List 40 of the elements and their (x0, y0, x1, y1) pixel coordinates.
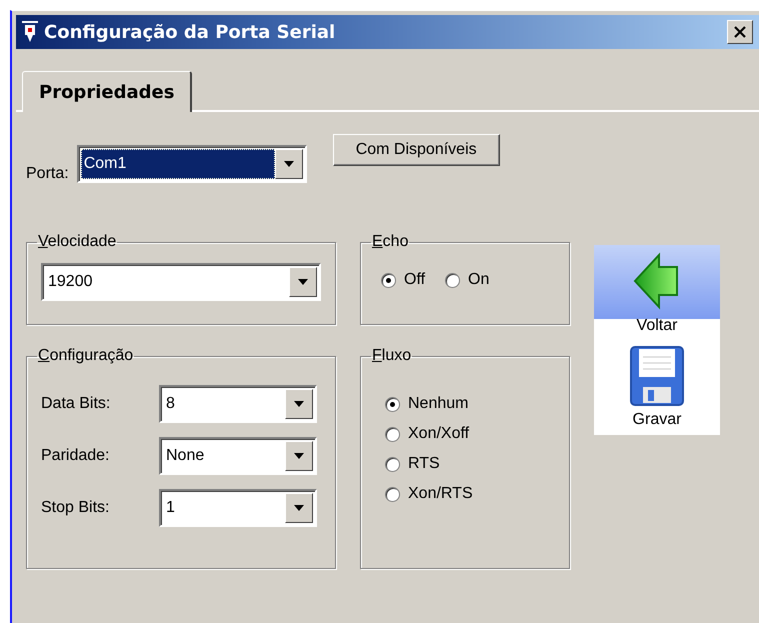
group-label: Echo (371, 233, 410, 251)
dropdown-button[interactable] (289, 267, 317, 297)
dropdown-value: None (165, 446, 206, 466)
dropdown[interactable]: Com1 (76, 145, 307, 183)
field-label: Data Bits: (41, 395, 112, 413)
caret-icon (284, 161, 294, 167)
caret-icon (298, 279, 308, 285)
radio-option[interactable]: Off (381, 271, 426, 289)
dropdown-value: 19200 (47, 272, 94, 292)
dropdown[interactable]: 19200 (41, 263, 321, 301)
radio-option[interactable]: Xon/RTS (385, 485, 555, 503)
caret-icon (294, 453, 304, 459)
close-icon (734, 26, 746, 38)
group-label: Fluxo (371, 347, 412, 365)
radio-option[interactable]: Xon/Xoff (385, 425, 555, 443)
group-label: Configuração (37, 347, 134, 365)
caret-icon (294, 505, 304, 511)
radio-option[interactable]: RTS (385, 455, 555, 473)
window-title: Configuração da Porta Serial (44, 22, 336, 42)
dropdown[interactable]: 8 (159, 385, 317, 423)
available-ports-button[interactable]: Com Disponíveis (332, 134, 500, 166)
tab[interactable]: Propriedades (22, 71, 192, 112)
field-label: Paridade: (41, 447, 110, 465)
dropdown-button[interactable] (285, 441, 313, 471)
caret-icon (294, 401, 304, 407)
dropdown[interactable]: 1 (159, 489, 317, 527)
field-label: Porta: (26, 165, 69, 183)
radio-option[interactable]: Nenhum (385, 395, 555, 413)
dropdown-value: 1 (165, 498, 176, 518)
radio-option[interactable]: On (445, 271, 490, 289)
dropdown-button[interactable] (274, 149, 303, 179)
dropdown-value: Com1 (80, 149, 275, 179)
dropdown-button[interactable] (285, 493, 313, 523)
dropdown[interactable]: None (159, 437, 317, 475)
field-label: Stop Bits: (41, 499, 110, 517)
close-button[interactable] (727, 20, 753, 44)
dropdown-button[interactable] (285, 389, 313, 419)
connector-icon (22, 21, 38, 43)
dropdown-value: 8 (165, 394, 176, 414)
group-label: Velocidade (37, 233, 118, 251)
